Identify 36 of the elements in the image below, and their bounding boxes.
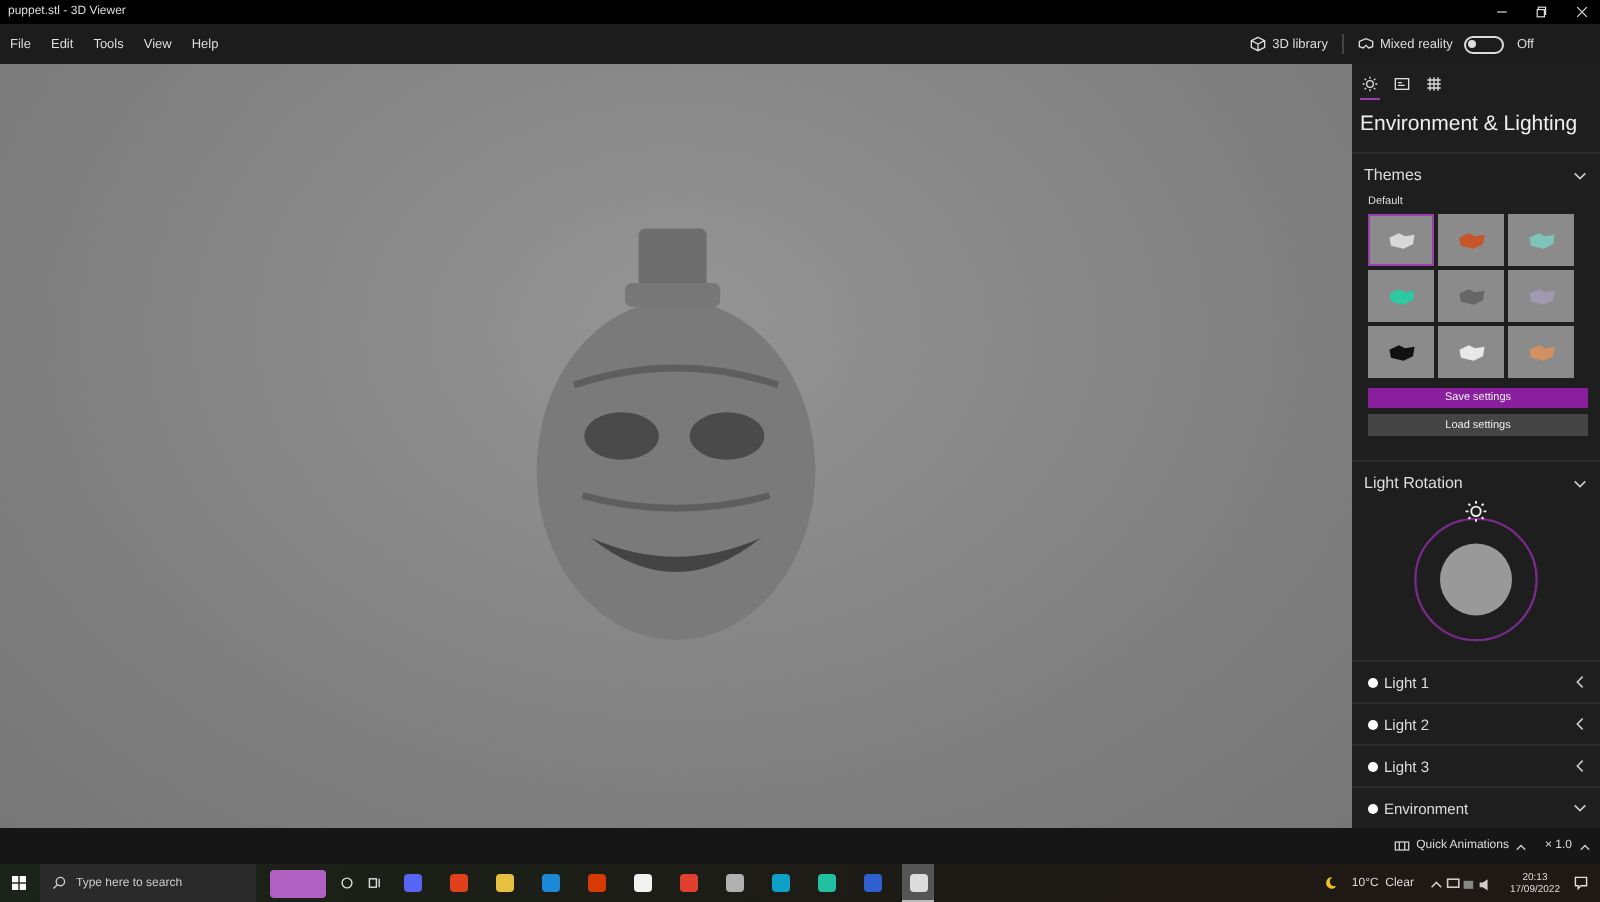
- minimize-icon: [1496, 6, 1508, 18]
- theme-thumbnail[interactable]: [1368, 270, 1434, 322]
- panel-tab[interactable]: [1360, 72, 1380, 100]
- light-dot-icon: [1368, 719, 1378, 729]
- theme-thumbnail[interactable]: [1438, 270, 1504, 322]
- light-dot-icon: [1368, 677, 1378, 687]
- animation-icon: [1394, 838, 1411, 854]
- search-highlight-picture: [270, 869, 326, 897]
- light-dot-icon: [1368, 761, 1378, 771]
- theme-thumbnail[interactable]: [1438, 214, 1504, 266]
- theme-thumbnail[interactable]: [1508, 326, 1574, 378]
- theme-thumbnail[interactable]: [1368, 326, 1434, 378]
- windows-start-icon: [12, 876, 26, 890]
- info-panel-icon: [1394, 76, 1410, 92]
- theme-thumbnail[interactable]: [1438, 326, 1504, 378]
- grid-icon: [1426, 76, 1442, 92]
- caret-up-icon: [1514, 839, 1529, 853]
- notification-icon: [1574, 876, 1588, 890]
- maximize-icon: [1536, 6, 1548, 18]
- panel-title: Environment & Lighting: [1352, 100, 1600, 154]
- task-view-icon: [368, 876, 382, 890]
- section-header[interactable]: Light Rotation: [1352, 462, 1600, 500]
- theme-thumbnail[interactable]: [1368, 214, 1434, 266]
- light-dot-icon: [1368, 803, 1378, 813]
- caret-up-icon: [1578, 839, 1592, 853]
- cortana-icon: [340, 876, 354, 890]
- section-header[interactable]: Themes: [1352, 154, 1600, 192]
- cube-icon: [1250, 36, 1267, 52]
- close-icon: [1576, 6, 1588, 18]
- sun-icon: [1362, 76, 1378, 92]
- moon-icon: [1323, 876, 1338, 890]
- headset-icon: [1357, 36, 1374, 52]
- theme-thumbnail[interactable]: [1508, 214, 1574, 266]
- theme-thumbnail[interactable]: [1508, 270, 1574, 322]
- mixed-reality-toggle[interactable]: [1464, 35, 1505, 53]
- search-icon: [52, 876, 66, 890]
